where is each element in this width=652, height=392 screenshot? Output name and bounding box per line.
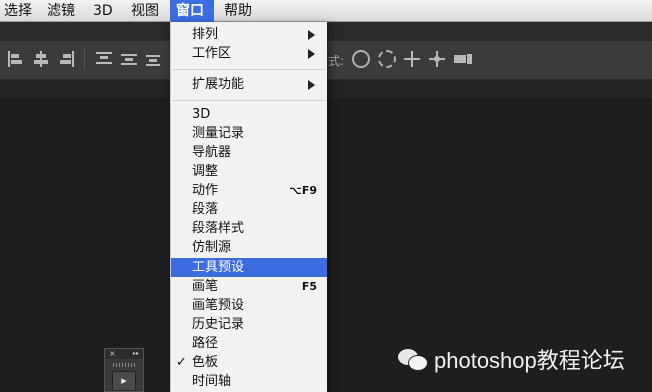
submenu-arrow-icon (308, 80, 315, 90)
menu-item-measurement-log[interactable]: 测量记录 (171, 124, 327, 143)
menu-item-label: 扩展功能 (192, 77, 245, 92)
menu-divider (172, 100, 326, 101)
3d-mode-label: 式: (328, 54, 345, 68)
menu-item-label: 导航器 (192, 145, 232, 160)
submenu-arrow-icon (308, 49, 315, 59)
shortcut-label: F5 (301, 280, 317, 293)
menu-item-extensions[interactable]: 扩展功能 (171, 75, 327, 94)
menu-item-label: 段落样式 (192, 221, 245, 236)
drag-handle[interactable] (113, 363, 135, 367)
menu-item-timeline[interactable]: 时间轴 (171, 372, 327, 391)
wechat-logo-icon (398, 347, 428, 371)
menu-item-3d[interactable]: 3D (171, 105, 327, 124)
watermark-text: photoshop教程论坛 (434, 348, 625, 373)
menu-item-label: 路径 (192, 336, 219, 351)
menu-item-adjustments[interactable]: 调整 (171, 162, 327, 181)
close-icon[interactable]: × (109, 349, 116, 359)
menu-item-label: 画笔 (192, 279, 219, 294)
window-menu-dropdown: 排列 工作区 扩展功能 3D 测量记录 导航器 调整 动作 ⌥F9 段落 段落样式… (170, 22, 327, 392)
tool-panel: × ▸▸ ▸ (104, 348, 144, 392)
toolbar-separator (84, 48, 85, 70)
menu-item-paths[interactable]: 路径 (171, 334, 327, 353)
align-right-icon[interactable] (58, 51, 74, 67)
menu-item-label: 动作 (192, 183, 219, 198)
menu-item-actions[interactable]: 动作 ⌥F9 (171, 181, 327, 200)
menu-item-brush-presets[interactable]: 画笔预设 (171, 296, 327, 315)
menu-filter[interactable]: 滤镜 (43, 0, 79, 22)
menu-item-label: 段落 (192, 202, 219, 217)
menu-help[interactable]: 帮助 (220, 0, 256, 22)
menu-item-navigator[interactable]: 导航器 (171, 143, 327, 162)
3d-camera-icon[interactable] (454, 51, 474, 67)
menu-item-label: 仿制源 (192, 240, 232, 255)
submenu-arrow-icon (308, 30, 315, 40)
menu-item-label: 画笔预设 (192, 298, 245, 313)
menu-item-swatches[interactable]: ✓ 色板 (171, 353, 327, 372)
tool-panel-header: × ▸▸ (105, 349, 143, 359)
menu-3d[interactable]: 3D (89, 0, 117, 22)
menu-item-label: 3D (192, 107, 211, 122)
menu-item-history[interactable]: 历史记录 (171, 315, 327, 334)
menu-item-arrange[interactable]: 排列 (171, 25, 327, 44)
menu-item-brush[interactable]: 画笔 F5 (171, 277, 327, 296)
menu-bar: 选择 滤镜 3D 视图 窗口 帮助 (0, 0, 652, 22)
move-tool-button[interactable]: ▸ (112, 371, 136, 391)
menu-select[interactable]: 选择 (0, 0, 36, 22)
menu-divider (172, 69, 326, 70)
cursor-icon: ▸ (121, 374, 127, 387)
distribute-top-icon[interactable] (96, 51, 112, 67)
align-center-icon[interactable] (33, 51, 49, 67)
menu-item-clone-source[interactable]: 仿制源 (171, 238, 327, 257)
checkmark-icon: ✓ (176, 355, 187, 370)
3d-roll-icon[interactable] (378, 50, 396, 68)
3d-rotate-icon[interactable] (352, 50, 370, 68)
menu-item-label: 时间轴 (192, 374, 232, 389)
menu-item-label: 测量记录 (192, 126, 245, 141)
shortcut-label: ⌥F9 (289, 184, 317, 197)
collapse-icon[interactable]: ▸▸ (133, 349, 139, 359)
menu-item-label: 历史记录 (192, 317, 245, 332)
menu-item-label: 排列 (192, 27, 219, 42)
menu-item-paragraph[interactable]: 段落 (171, 200, 327, 219)
distribute-bottom-icon[interactable] (146, 51, 160, 67)
distribute-middle-icon[interactable] (121, 51, 137, 67)
align-left-icon[interactable] (8, 51, 24, 67)
menu-view[interactable]: 视图 (127, 0, 163, 22)
menu-item-tool-presets[interactable]: 工具预设 (171, 258, 327, 277)
menu-item-label: 工作区 (192, 46, 232, 61)
3d-slide-icon[interactable] (429, 51, 445, 67)
menu-item-workspace[interactable]: 工作区 (171, 44, 327, 63)
3d-drag-icon[interactable] (404, 51, 420, 67)
menu-item-label: 调整 (192, 164, 219, 179)
menu-window[interactable]: 窗口 (170, 0, 214, 22)
menu-item-paragraph-styles[interactable]: 段落样式 (171, 219, 327, 238)
watermark: photoshop教程论坛 (398, 346, 625, 373)
menu-item-label: 工具预设 (192, 260, 245, 275)
menu-item-label: 色板 (192, 355, 219, 370)
